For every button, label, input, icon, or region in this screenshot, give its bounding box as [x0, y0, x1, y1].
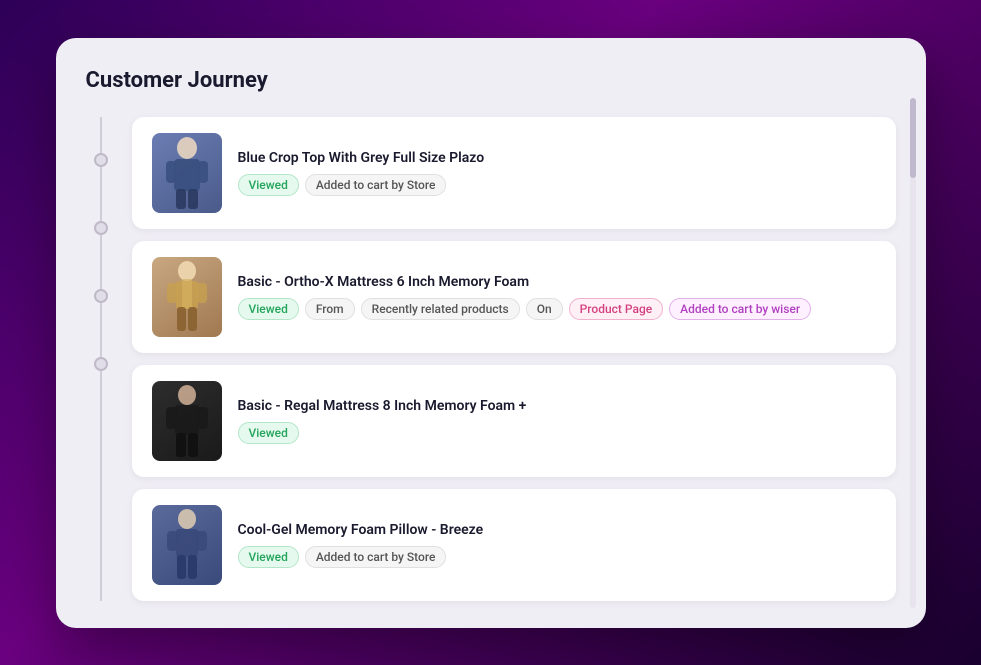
tag-added-wiser-2: Added to cart by wiser — [669, 298, 811, 320]
timeline-dot-2 — [94, 221, 108, 235]
tag-added-store-4: Added to cart by Store — [305, 546, 447, 568]
timeline-line-column — [86, 117, 116, 601]
tag-recently-related-2: Recently related products — [361, 298, 520, 320]
products-list: Blue Crop Top With Grey Full Size Plazo … — [132, 117, 896, 601]
product-name-3: Basic - Regal Mattress 8 Inch Memory Foa… — [238, 398, 876, 414]
timeline-dot-4 — [94, 357, 108, 371]
timeline-container: Blue Crop Top With Grey Full Size Plazo … — [86, 117, 896, 601]
product-info-2: Basic - Ortho-X Mattress 6 Inch Memory F… — [238, 274, 876, 320]
product-info-3: Basic - Regal Mattress 8 Inch Memory Foa… — [238, 398, 876, 444]
product-name-2: Basic - Ortho-X Mattress 6 Inch Memory F… — [238, 274, 876, 290]
timeline-dot-3 — [94, 289, 108, 303]
tag-viewed-4: Viewed — [238, 546, 299, 568]
journey-card-4: Cool-Gel Memory Foam Pillow - Breeze Vie… — [132, 489, 896, 601]
product-image-3 — [152, 381, 222, 461]
product-name-1: Blue Crop Top With Grey Full Size Plazo — [238, 150, 876, 166]
tag-product-page-2: Product Page — [569, 298, 664, 320]
page-title: Customer Journey — [86, 68, 896, 93]
tag-on-2: On — [526, 298, 563, 320]
tag-added-store-1: Added to cart by Store — [305, 174, 447, 196]
product-image-4 — [152, 505, 222, 585]
timeline-dot-1 — [94, 153, 108, 167]
tag-from-2: From — [305, 298, 355, 320]
product-image-2 — [152, 257, 222, 337]
product-name-4: Cool-Gel Memory Foam Pillow - Breeze — [238, 522, 876, 538]
tags-row-3: Viewed — [238, 422, 876, 444]
tags-row-4: Viewed Added to cart by Store — [238, 546, 876, 568]
product-image-1 — [152, 133, 222, 213]
tag-viewed-3: Viewed — [238, 422, 299, 444]
scrollbar-thumb[interactable] — [910, 98, 916, 178]
tags-row-2: Viewed From Recently related products On… — [238, 298, 876, 320]
tags-row-1: Viewed Added to cart by Store — [238, 174, 876, 196]
tag-viewed-1: Viewed — [238, 174, 299, 196]
product-info-4: Cool-Gel Memory Foam Pillow - Breeze Vie… — [238, 522, 876, 568]
customer-journey-card: Customer Journey — [56, 38, 926, 628]
journey-card-1: Blue Crop Top With Grey Full Size Plazo … — [132, 117, 896, 229]
journey-card-2: Basic - Ortho-X Mattress 6 Inch Memory F… — [132, 241, 896, 353]
journey-card-3: Basic - Regal Mattress 8 Inch Memory Foa… — [132, 365, 896, 477]
product-info-1: Blue Crop Top With Grey Full Size Plazo … — [238, 150, 876, 196]
scrollbar[interactable] — [910, 98, 916, 608]
tag-viewed-2: Viewed — [238, 298, 299, 320]
